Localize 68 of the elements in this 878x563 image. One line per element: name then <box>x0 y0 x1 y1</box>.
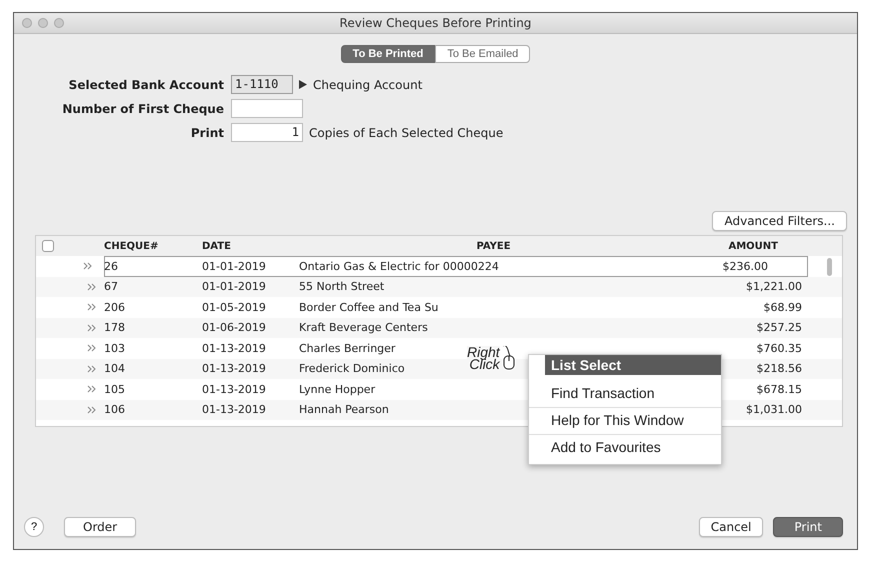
triangle-icon <box>299 80 307 89</box>
column-header[interactable]: DATE <box>202 240 231 252</box>
chevron-icon[interactable] <box>87 282 96 291</box>
table-cell: 26 <box>104 260 118 273</box>
copies-field[interactable]: 1 <box>231 123 303 142</box>
chevron-icon[interactable] <box>87 344 96 352</box>
column-header[interactable]: AMOUNT <box>728 240 778 252</box>
account-name: Chequing Account <box>313 78 422 92</box>
table-cell: $1,221.00 <box>746 280 802 294</box>
chevron-icon[interactable] <box>87 364 96 373</box>
table-cell: 01-01-2019 <box>202 280 266 294</box>
chevron-icon[interactable] <box>87 303 96 312</box>
window-title: Review Cheques Before Printing <box>340 16 532 30</box>
table-cell: $760.35 <box>756 342 802 355</box>
table-cell: 01-01-2019 <box>202 260 266 273</box>
advanced-filters-button[interactable]: Advanced Filters... <box>712 211 847 231</box>
column-header[interactable]: PAYEE <box>476 240 511 252</box>
scrollbar[interactable] <box>827 258 832 276</box>
menu-item[interactable]: Add to Favourites <box>529 435 721 461</box>
table-cell: 55 North Street <box>299 280 384 294</box>
table-cell: 01-05-2019 <box>202 300 266 314</box>
help-button[interactable]: ? <box>24 517 44 537</box>
table-cell: $68.99 <box>764 300 802 314</box>
table-cell: 01-13-2019 <box>202 342 266 355</box>
chevron-icon[interactable] <box>87 385 96 394</box>
annotation-text: Right Click <box>467 346 500 370</box>
menu-item[interactable]: Help for This Window <box>529 408 721 435</box>
table-cell: $1,031.00 <box>746 403 802 416</box>
table-cell: 01-13-2019 <box>202 362 266 376</box>
table-cell: 01-13-2019 <box>202 403 266 416</box>
table-cell: 01-06-2019 <box>202 321 266 334</box>
chevron-icon[interactable] <box>87 406 96 414</box>
table-cell: $218.56 <box>756 362 802 376</box>
field-suffix: Copies of Each Selected Cheque <box>309 126 504 140</box>
table-cell: 103 <box>104 342 125 355</box>
field-label: Print <box>190 126 224 140</box>
column-header[interactable]: CHEQUE# <box>104 240 158 252</box>
menu-item[interactable]: Find Transaction <box>529 381 721 408</box>
print-button[interactable]: Print <box>773 517 843 537</box>
order-button[interactable]: Order <box>64 517 136 537</box>
table-cell: 178 <box>104 321 125 334</box>
chevron-icon[interactable] <box>83 262 92 270</box>
table-cell: Border Coffee and Tea Su <box>299 300 438 314</box>
select-all-checkbox[interactable] <box>42 240 54 252</box>
table-cell: 206 <box>104 300 125 314</box>
table-cell: Lynne Hopper <box>299 382 376 396</box>
table-cell: 01-13-2019 <box>202 382 266 396</box>
table-cell: 106 <box>104 403 125 416</box>
field-label: Selected Bank Account <box>68 78 224 92</box>
table-cell: $236.00 <box>722 260 768 273</box>
table-cell: Ontario Gas & Electric for 00000224 <box>299 260 499 273</box>
table-cell: 104 <box>104 362 125 376</box>
cancel-button[interactable]: Cancel <box>698 517 764 537</box>
input-field[interactable] <box>231 99 303 118</box>
tab[interactable]: To Be Emailed <box>435 45 530 63</box>
tab[interactable]: To Be Printed <box>340 45 436 63</box>
field-label: Number of First Cheque <box>61 102 224 116</box>
menu-item[interactable]: List Select <box>545 355 721 375</box>
account-field[interactable]: 1-1110 <box>231 75 293 94</box>
table-cell: Hannah Pearson <box>299 403 389 416</box>
table-cell: Charles Berringer <box>299 342 396 355</box>
table-cell: $257.25 <box>756 321 802 334</box>
table-cell: $678.15 <box>756 382 802 396</box>
table-cell: Frederick Dominico <box>299 362 405 376</box>
table-cell: Kraft Beverage Centers <box>299 321 428 334</box>
chevron-icon[interactable] <box>87 324 96 332</box>
table-cell: 105 <box>104 382 125 396</box>
table-cell: 67 <box>104 280 118 294</box>
